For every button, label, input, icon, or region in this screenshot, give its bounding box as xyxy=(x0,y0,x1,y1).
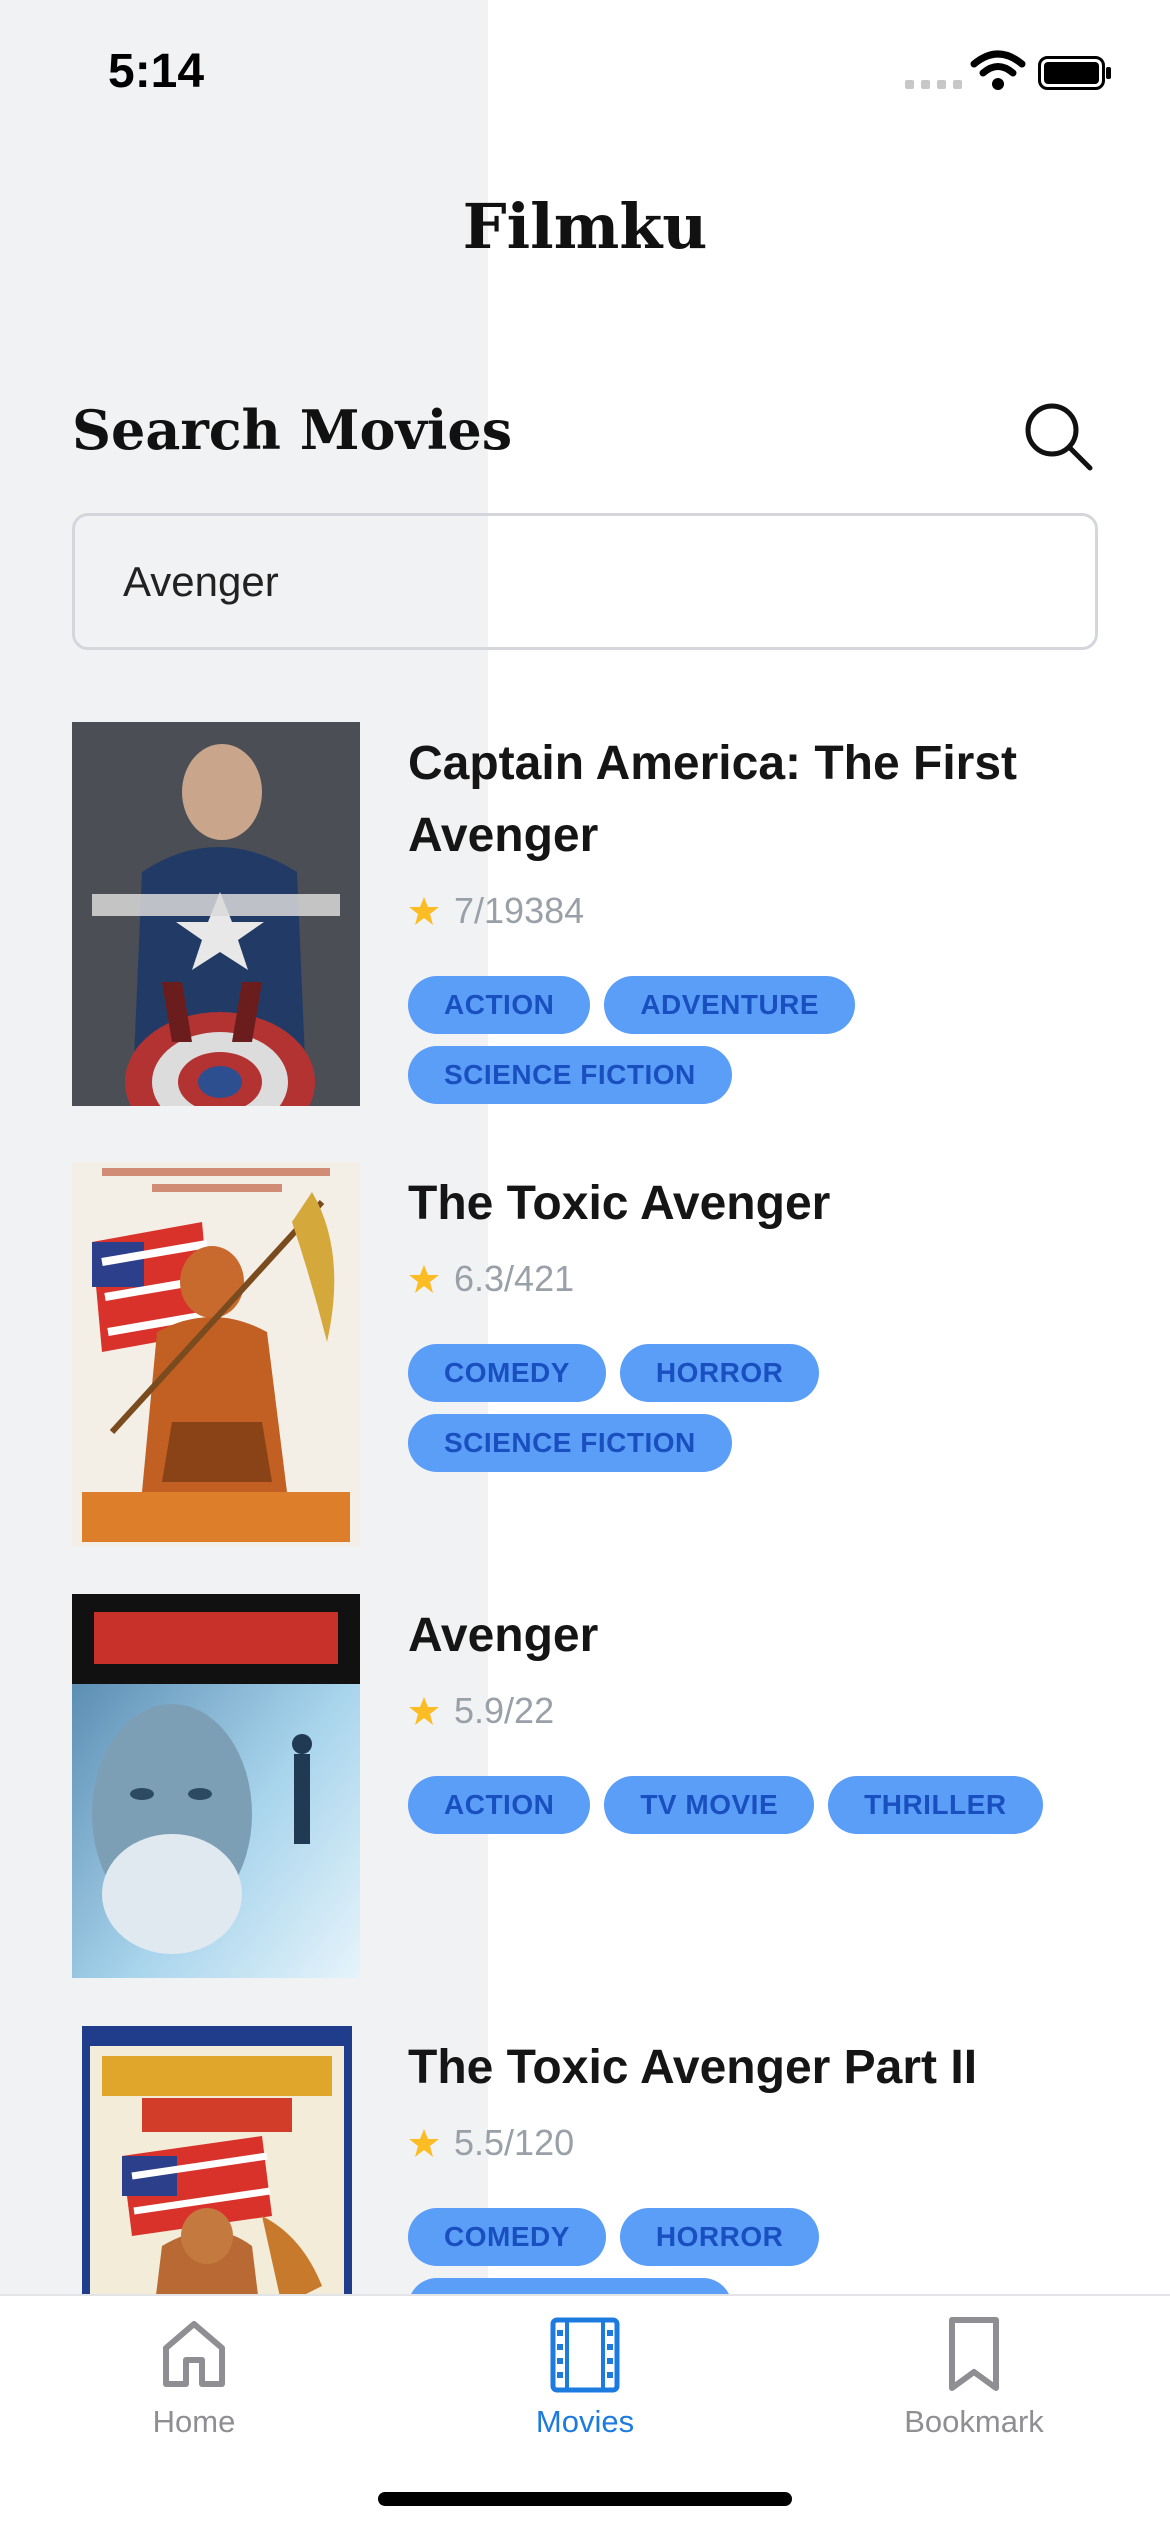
avenger-poster[interactable] xyxy=(72,1594,360,1978)
wifi-icon xyxy=(970,50,1026,90)
movie-item[interactable]: The Toxic Avenger Part II 5.5/120 COMEDY… xyxy=(0,2026,1170,2294)
captain-america-poster[interactable] xyxy=(72,722,360,1106)
nav-home[interactable]: Home xyxy=(44,2314,344,2440)
home-icon xyxy=(163,2321,225,2387)
star-icon xyxy=(409,1697,439,1725)
star-icon xyxy=(409,2129,439,2157)
genre-tag[interactable]: ACTION xyxy=(408,976,591,1034)
genre-tag[interactable]: SCIENCE FICTION xyxy=(408,2278,732,2294)
genre-tags: COMEDY HORROR SCIENCE FICTION xyxy=(408,1344,1128,1472)
rating-value: 5.9/22 xyxy=(454,1690,555,1731)
genre-tag[interactable]: ACTION xyxy=(408,1776,591,1834)
toxic-avenger-poster[interactable] xyxy=(72,1162,360,1546)
film-icon xyxy=(550,2317,620,2393)
star-icon xyxy=(409,897,439,925)
movie-item[interactable]: Avenger 5.9/22 ACTION TV MOVIE THRILLER xyxy=(0,1594,1170,1984)
genre-tags: ACTION TV MOVIE THRILLER xyxy=(408,1776,1128,1834)
status-time: 5:14 xyxy=(108,45,205,98)
nav-bookmark-label: Bookmark xyxy=(904,2404,1044,2439)
movie-rating: 5.5/120 xyxy=(408,2122,574,2164)
movie-item[interactable]: The Toxic Avenger 6.3/421 COMEDY HORROR … xyxy=(0,1162,1170,1552)
movie-title[interactable]: The Toxic Avenger Part II xyxy=(408,2032,1108,2104)
genre-tag[interactable]: ADVENTURE xyxy=(604,976,856,1034)
rating-value: 5.5/120 xyxy=(454,2122,575,2163)
nav-bookmark[interactable]: Bookmark xyxy=(824,2314,1124,2440)
rating-value: 7/19384 xyxy=(454,890,585,931)
bookmark-icon xyxy=(949,2317,999,2391)
app-title: Filmku xyxy=(462,190,708,263)
genre-tag[interactable]: COMEDY xyxy=(408,2208,606,2266)
movie-rating: 5.9/22 xyxy=(408,1690,554,1732)
genre-tag[interactable]: SCIENCE FICTION xyxy=(408,1414,732,1472)
search-input[interactable] xyxy=(72,513,1098,650)
genre-tag[interactable]: HORROR xyxy=(619,1344,820,1402)
genre-tag[interactable]: TV MOVIE xyxy=(604,1776,815,1834)
genre-tag[interactable]: SCIENCE FICTION xyxy=(408,1046,732,1104)
movie-title[interactable]: Captain America: The First Avenger xyxy=(408,728,1108,872)
movie-item[interactable]: Captain America: The First Avenger 7/193… xyxy=(0,722,1170,1112)
search-icon[interactable] xyxy=(1020,398,1096,474)
battery-icon xyxy=(1038,56,1111,90)
genre-tags: COMEDY HORROR SCIENCE FICTION xyxy=(408,2208,1128,2294)
home-indicator xyxy=(378,2492,792,2506)
genre-tag[interactable]: HORROR xyxy=(619,2208,820,2266)
star-icon xyxy=(409,1265,439,1293)
movie-rating: 7/19384 xyxy=(408,890,584,932)
movie-list[interactable]: Captain America: The First Avenger 7/193… xyxy=(0,722,1170,2294)
cellular-signal-icon xyxy=(905,80,962,89)
movie-title[interactable]: Avenger xyxy=(408,1600,1108,1672)
toxic-avenger-part-ii-poster[interactable] xyxy=(82,2026,352,2294)
search-section-title: Search Movies xyxy=(72,398,513,462)
movie-rating: 6.3/421 xyxy=(408,1258,574,1300)
genre-tags: ACTION ADVENTURE SCIENCE FICTION xyxy=(408,976,1128,1104)
nav-movies-label: Movies xyxy=(535,2404,635,2439)
nav-movies[interactable]: Movies xyxy=(435,2314,735,2440)
movie-title[interactable]: The Toxic Avenger xyxy=(408,1168,1108,1240)
genre-tag[interactable]: COMEDY xyxy=(408,1344,606,1402)
rating-value: 6.3/421 xyxy=(454,1258,575,1299)
nav-home-label: Home xyxy=(152,2404,236,2439)
genre-tag[interactable]: THRILLER xyxy=(828,1776,1043,1834)
status-bar: 5:14 xyxy=(0,0,1170,140)
